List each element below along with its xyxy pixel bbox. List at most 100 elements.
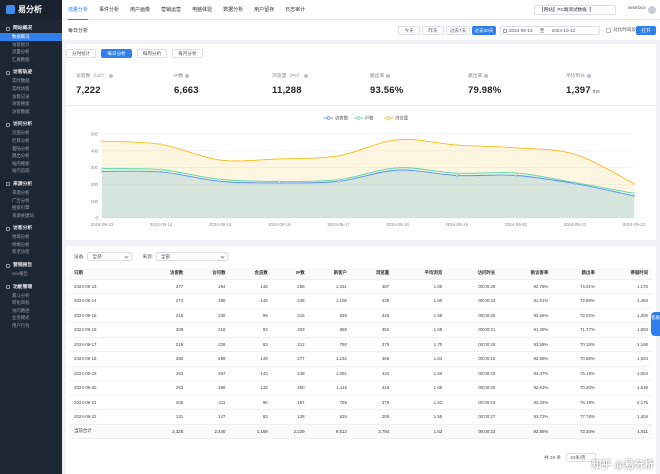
sidebar-item[interactable]: 跳出分析	[0, 152, 62, 160]
trend-chart-svg: 0 100 200 300 400 500 2024-09-13 2024-09-14 2024…	[91, 115, 646, 227]
sidebar-item[interactable]: 来源分析	[0, 189, 62, 197]
total-cell: 当前合计	[70, 424, 145, 439]
metric-label: 访客数（UV）	[76, 72, 164, 79]
sidebar-item[interactable]: 实时访客	[0, 85, 62, 93]
sidebar-item[interactable]: 地域分析	[0, 233, 62, 241]
sidebar-item[interactable]: 访客数据	[0, 108, 62, 116]
data-point	[396, 166, 399, 169]
section-title-text: 网站概况	[13, 26, 33, 31]
column-header[interactable]: 会员数	[229, 268, 272, 280]
total-cell: 2,440	[187, 424, 230, 439]
table-cell: 83	[229, 337, 272, 352]
table-cell: 230	[187, 308, 230, 323]
device-filter-label: 设备:	[74, 253, 85, 259]
metric-value-text: 11,288	[272, 85, 302, 96]
top-tab[interactable]: 数据分析	[223, 0, 243, 20]
sidebar-item[interactable]: 广告分析	[0, 197, 62, 205]
view-tab[interactable]: 每日分析	[101, 49, 132, 58]
sidebar-item[interactable]: 站内搜索	[0, 160, 62, 168]
view-tab[interactable]: 每月分析	[172, 49, 203, 58]
sidebar-item[interactable]: 实时数据	[0, 77, 62, 85]
range-today-button[interactable]: 今天	[398, 26, 420, 35]
sidebar-item[interactable]: 终端分析	[0, 241, 62, 249]
top-tab[interactable]: 用户留存	[254, 0, 274, 20]
sidebar-item[interactable]: 着陆分析	[0, 145, 62, 153]
avatar[interactable]	[648, 6, 656, 14]
sidebar-section-title[interactable]: 功能管理	[0, 283, 62, 292]
sidebar-item[interactable]: 流量分析	[0, 48, 62, 56]
more-button[interactable]: 打开	[636, 26, 656, 35]
sidebar-section-title[interactable]: 访客轨迹	[0, 68, 62, 77]
sidebar-item[interactable]: 数据概况	[0, 33, 62, 41]
range-7days-button[interactable]: 过去7天	[446, 26, 470, 35]
top-tab[interactable]: 日志审计	[285, 0, 305, 20]
sidebar-item[interactable]: 来源关键词	[0, 212, 62, 220]
x-tick-label: 2024-09-16	[268, 222, 291, 227]
site-select[interactable]: 【网站】PC端测试数据【	[534, 5, 616, 15]
sidebar-section-title[interactable]: 网站概况	[0, 24, 62, 33]
metrics-row: 访客数（UV） 7,222 IP数 6,663 浏览量（PV） 11,288 跳出率 93.5…	[66, 66, 656, 106]
table-cell: 268	[187, 380, 230, 396]
app-logo[interactable]: 易分析	[0, 0, 62, 19]
sidebar-item[interactable]: 访客统计	[0, 41, 62, 49]
device-filter-select[interactable]: 全部	[87, 252, 133, 261]
top-tab[interactable]: 营销运营	[161, 0, 181, 20]
column-header[interactable]: 跳出率	[552, 268, 599, 280]
column-header[interactable]: 访客数	[144, 268, 188, 280]
top-tab[interactable]: 事件分析	[99, 0, 119, 20]
column-header[interactable]: 新客户	[308, 268, 351, 280]
sidebar-item[interactable]: 访问路径	[0, 307, 62, 315]
column-header[interactable]: 浏览量	[350, 268, 394, 280]
column-header[interactable]: 新访客率	[499, 268, 553, 280]
view-tab[interactable]: 分时统计	[66, 49, 97, 58]
table-cell: 00:00:20	[446, 366, 500, 381]
sidebar-item[interactable]: 访客搜索	[0, 100, 62, 108]
info-icon[interactable]	[386, 73, 391, 78]
column-header[interactable]: 访问数	[187, 268, 230, 280]
user-name[interactable]: wiseDoc	[628, 6, 646, 11]
sidebar-item[interactable]: 站内追踪	[0, 167, 62, 175]
sidebar-section-title[interactable]: 来源分析	[0, 180, 62, 189]
column-header[interactable]: 停留时间	[598, 268, 652, 280]
top-tab[interactable]: 流量分析	[68, 0, 89, 20]
sidebar-item[interactable]: 新老访客	[0, 248, 62, 256]
info-icon[interactable]	[108, 73, 113, 78]
sidebar-item[interactable]: 搜索引擎	[0, 204, 62, 212]
metric-label-text: 跳出率	[468, 74, 483, 79]
metric-card: 访客数（UV） 7,222	[66, 66, 164, 105]
table-cell: 76.19%	[552, 395, 599, 410]
total-cell: 72.34%	[552, 424, 599, 439]
sidebar-item[interactable]: 访客记录	[0, 93, 62, 101]
sidebar-item[interactable]: seo报告	[0, 270, 62, 278]
top-tab[interactable]: 电脑体验	[192, 0, 212, 20]
column-header[interactable]: 访问时长	[446, 268, 500, 280]
metric-label: 跳出率	[468, 72, 556, 79]
info-icon[interactable]	[484, 73, 489, 78]
table-cell: 74.01%	[552, 279, 599, 294]
compare-checkbox[interactable]: 对比时间段	[606, 27, 636, 33]
top-tab[interactable]: 用户画像	[130, 0, 150, 20]
info-icon[interactable]	[185, 73, 190, 78]
sidebar-item[interactable]: 汇展数据	[0, 56, 62, 64]
sidebar-section-title[interactable]: 营销报告	[0, 261, 62, 270]
column-header[interactable]: 日期	[70, 268, 145, 280]
column-header[interactable]: IP数	[271, 268, 309, 280]
source-filter-select[interactable]: 全部	[155, 252, 228, 261]
view-tab[interactable]: 每周分析	[136, 49, 168, 58]
sidebar-section-title[interactable]: 访客分析	[0, 224, 62, 233]
sidebar-item[interactable]: 业务模式	[0, 314, 62, 322]
range-yesterday-button[interactable]: 昨天	[422, 26, 444, 35]
sidebar-item[interactable]: 用户行为	[0, 322, 62, 330]
sidebar-item[interactable]: 页面分析	[0, 129, 62, 137]
info-icon[interactable]	[587, 73, 592, 78]
sidebar-item[interactable]: 转化目标	[0, 299, 62, 307]
date-range-picker[interactable]: 2024-09-13 至 2024-10-12	[500, 26, 600, 35]
range-30days-button[interactable]: 过去30天	[472, 26, 496, 35]
table-cell: 1.60	[393, 293, 447, 309]
support-float-button[interactable]: 客服	[651, 312, 660, 336]
sidebar-item[interactable]: 栏目分析	[0, 137, 62, 145]
sidebar-section-title[interactable]: 访问分析	[0, 120, 62, 129]
info-icon[interactable]	[304, 73, 309, 78]
sidebar-item[interactable]: 漏斗分析	[0, 292, 62, 300]
column-header[interactable]: 平均浏览	[393, 268, 447, 280]
